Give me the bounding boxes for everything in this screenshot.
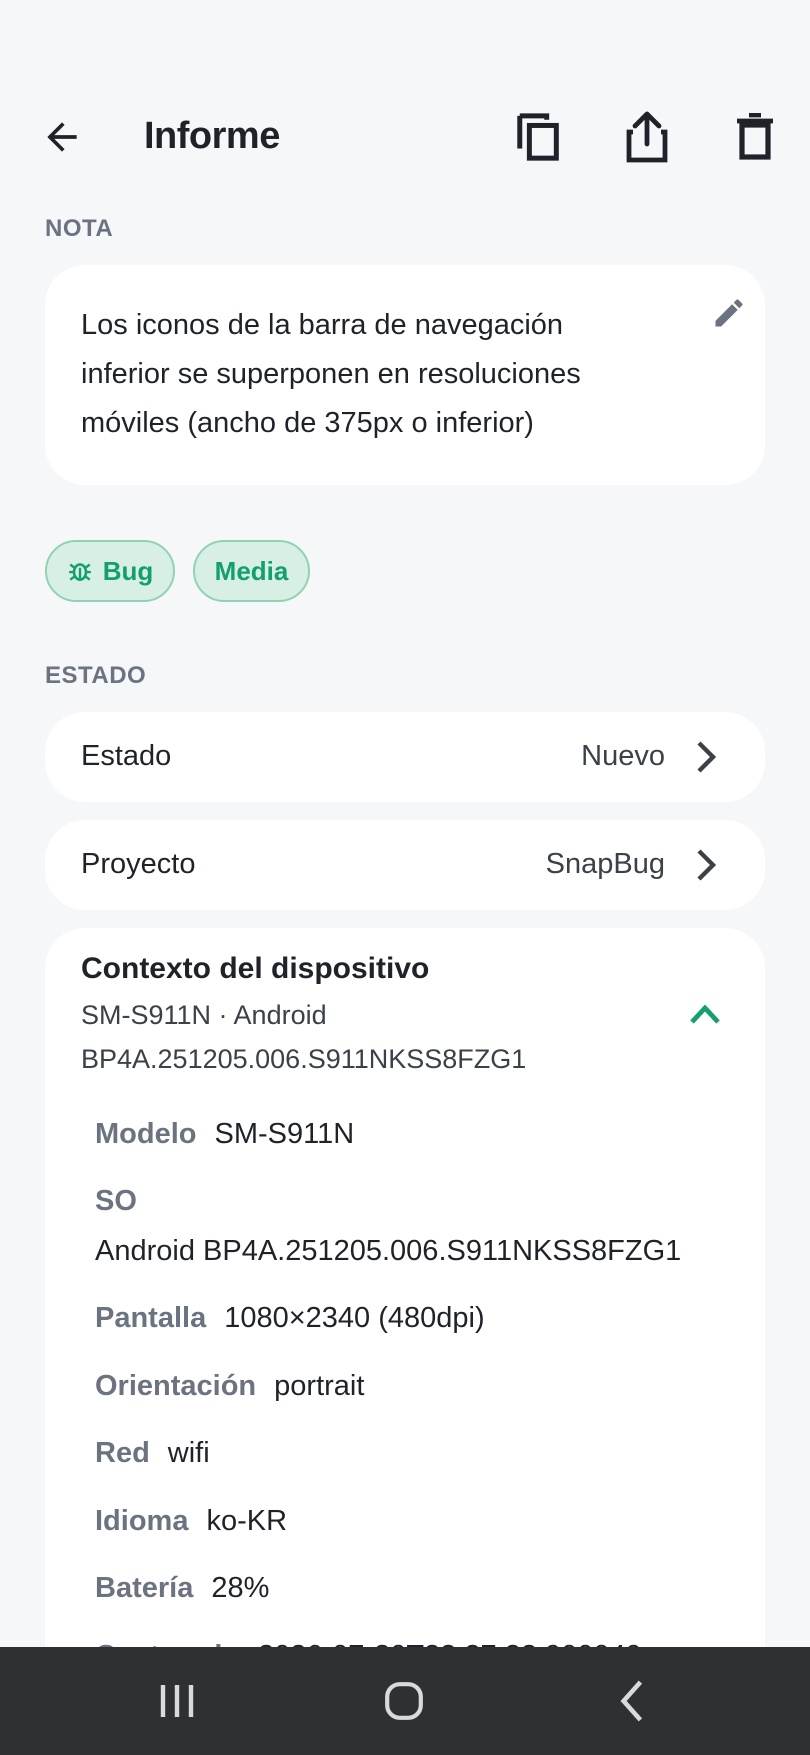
tag-label: Bug [102, 555, 154, 586]
field-value: Android BP4A.251205.006.S911NKSS8FZG1 [95, 1235, 682, 1267]
chevron-right-icon [697, 741, 717, 773]
field-value: portrait [274, 1370, 365, 1402]
share-icon [626, 111, 668, 163]
tag-label: Media [214, 555, 289, 586]
recents-button[interactable] [145, 1669, 209, 1733]
field-key: Modelo [95, 1118, 197, 1150]
status-row-label: Estado [81, 740, 172, 772]
field-orientation: Orientación portrait [95, 1370, 364, 1403]
field-value: wifi [167, 1437, 210, 1469]
field-value: SM-S911N [214, 1118, 355, 1150]
back-button[interactable] [30, 105, 94, 169]
field-value: 28% [211, 1572, 270, 1604]
field-key: SO [95, 1185, 137, 1217]
system-nav-bar [0, 1647, 810, 1755]
status-row-value: Nuevo [581, 740, 665, 772]
field-key: Red [95, 1437, 150, 1469]
status-row[interactable]: Estado Nuevo [45, 712, 765, 802]
system-back-button[interactable] [600, 1669, 664, 1733]
recents-icon [160, 1685, 194, 1717]
status-section-label: ESTADO [45, 662, 147, 689]
field-key: Idioma [95, 1505, 189, 1537]
field-language: Idioma ko-KR [95, 1505, 287, 1538]
note-card: Los iconos de la barra de navegación inf… [45, 265, 765, 485]
home-icon [385, 1682, 423, 1720]
field-key: Pantalla [95, 1302, 207, 1334]
project-row-label: Proyecto [81, 848, 196, 880]
field-key: Batería [95, 1572, 194, 1604]
chevron-right-icon [697, 849, 717, 881]
field-value: 1080×2340 (480dpi) [224, 1302, 485, 1334]
project-row[interactable]: Proyecto SnapBug [45, 820, 765, 910]
tag-chip-bug[interactable]: Bug [45, 540, 175, 602]
trash-icon [737, 113, 773, 160]
chevron-left-icon [620, 1680, 643, 1722]
field-model: Modelo SM-S911N [95, 1118, 354, 1151]
field-key: Orientación [95, 1370, 257, 1402]
home-button[interactable] [372, 1669, 436, 1733]
chevron-up-icon [690, 1004, 720, 1024]
field-os-key: SO [95, 1185, 155, 1218]
device-context-title: Contexto del dispositivo [81, 952, 430, 985]
copy-icon [517, 113, 559, 161]
device-context-subtitle: SM-S911N · Android [81, 1000, 327, 1030]
edit-note-button[interactable] [705, 289, 753, 337]
tag-chip-media[interactable]: Media [193, 540, 310, 602]
note-text: Los iconos de la barra de navegación inf… [81, 309, 581, 439]
bug-icon [68, 563, 91, 581]
pencil-icon [715, 299, 743, 327]
page-title: Informe [144, 115, 280, 157]
field-battery: Batería 28% [95, 1572, 269, 1605]
field-os-value: Android BP4A.251205.006.S911NKSS8FZG1 [95, 1235, 681, 1268]
note-section-label: NOTA [45, 215, 114, 242]
arrow-back-icon [47, 122, 77, 152]
field-screen: Pantalla 1080×2340 (480dpi) [95, 1302, 485, 1335]
top-app-bar [0, 95, 810, 185]
field-value: ko-KR [206, 1505, 288, 1537]
device-context-card: Contexto del dispositivo SM-S911N · Andr… [45, 928, 765, 1708]
delete-button[interactable] [723, 105, 787, 169]
project-row-value: SnapBug [545, 848, 665, 880]
copy-button[interactable] [507, 105, 571, 169]
field-network: Red wifi [95, 1437, 210, 1470]
device-context-build: BP4A.251205.006.S911NKSS8FZG1 [81, 1044, 527, 1074]
share-button[interactable] [615, 105, 679, 169]
collapse-button[interactable] [681, 990, 729, 1038]
